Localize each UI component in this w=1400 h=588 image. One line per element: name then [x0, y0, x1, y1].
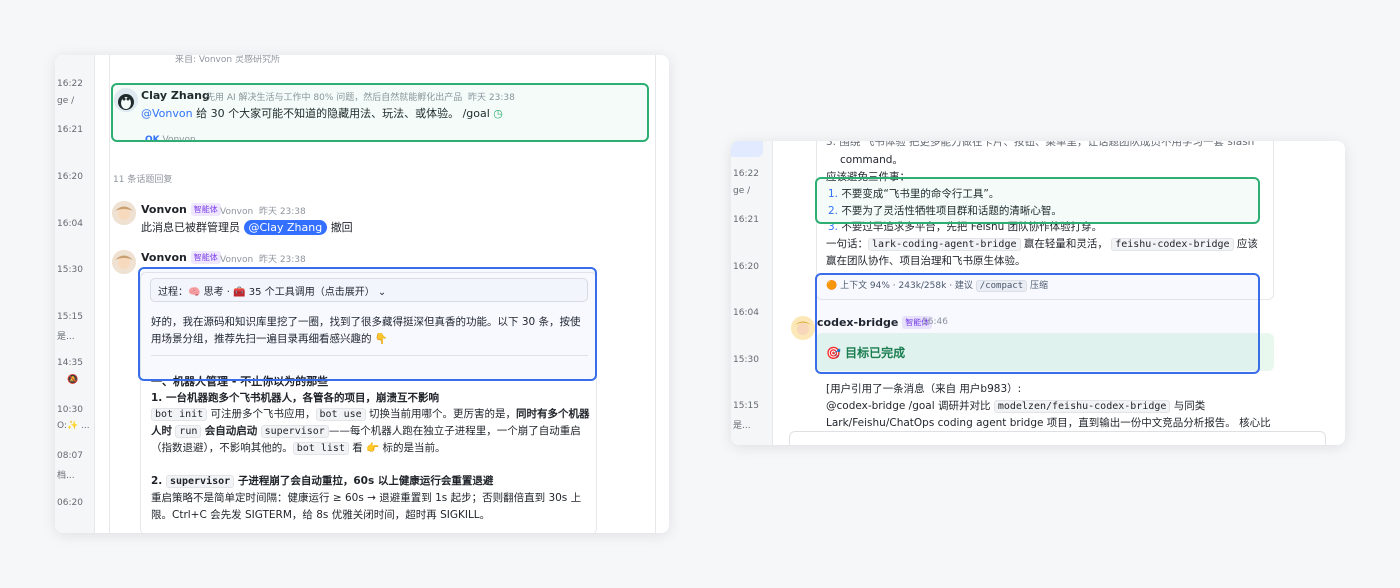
item-text: （指数退避），不影响其他的。 bot list 看 👉 标的是当前。 — [151, 440, 446, 455]
inline-code: bot list — [292, 442, 349, 455]
rail-snippet[interactable]: 档... — [57, 468, 75, 481]
sender-name[interactable]: Vonvon 智能体 — [141, 203, 221, 216]
inline-code: run — [175, 425, 202, 438]
text-segment: 撤回 — [330, 221, 353, 234]
item-number: 2. — [151, 475, 163, 487]
mention-pill[interactable]: @Clay Zhang — [243, 220, 328, 235]
quote-line: @codex-bridge /goal 调研并对比 modelzen/feish… — [826, 398, 1205, 413]
left-screenshot-panel: 16:22 ge / 16:21 16:20 16:04 15:30 15:15… — [55, 55, 669, 533]
quote-line: [用户引用了一条消息（来自 用户b983）: — [826, 383, 1022, 395]
blue-highlight-box — [815, 273, 1260, 374]
rail-time[interactable]: 06:20 — [57, 498, 83, 508]
rail-time[interactable]: 16:21 — [733, 215, 759, 225]
thread-view: 3. 围绕 飞书体验 把更多能力做在卡片、按钮、菜单里，让话题团队成员不用学习一… — [773, 141, 1345, 445]
item-text: 限。Ctrl+C 会先发 SIGTERM，给 8s 优雅关闭时间，超时再 SIG… — [151, 509, 491, 521]
text-segment: 此消息已被群管理员 — [141, 221, 240, 234]
item-text: 人时 run 会自动启动 supervisor ——每个机器人跑在独立子进程里，一… — [151, 423, 581, 438]
rail-snippet[interactable]: 是... — [57, 329, 75, 342]
text-segment: （指数退避），不影响其他的。 — [151, 442, 293, 454]
sender-label: Vonvon — [141, 251, 187, 264]
thread-divider — [109, 55, 110, 533]
inline-code: feishu-codex-bridge — [1111, 238, 1234, 251]
reply-count[interactable]: 11 条话题回复 — [113, 172, 172, 185]
rail-time[interactable]: 16:21 — [57, 125, 83, 135]
rail-time[interactable]: 15:15 — [733, 401, 759, 411]
summary-line: 一句话： lark-coding-agent-bridge 赢在轻量和灵活， fe… — [826, 236, 1258, 251]
summary-line: 赢在团队协作、项目治理和飞书原生体验。 — [826, 255, 1026, 267]
rail-time[interactable]: 08:07 — [57, 451, 83, 461]
rail-snippet[interactable]: O:✨ ... — [57, 421, 90, 431]
text-segment: 与同类 — [1173, 400, 1206, 412]
thread-view: 来自: Vonvon 灵感研究所 Clay Zhang 先用 AI 解决生活与工… — [95, 55, 669, 533]
rail-selected-item[interactable] — [731, 141, 763, 157]
avatar[interactable] — [112, 250, 136, 274]
agent-tag: 智能体 — [190, 203, 221, 216]
rail-time[interactable]: 14:35 — [57, 358, 83, 368]
rail-time[interactable]: 16:22 — [57, 79, 83, 89]
chat-list-rail: 16:22 ge / 16:21 16:20 16:04 15:30 15:15… — [55, 55, 95, 533]
item-text: bot init 可注册多个飞书应用， bot use 切换当前用哪个。更厉害的是… — [151, 406, 590, 421]
inline-code: supervisor — [260, 425, 329, 438]
inline-code: bot use — [315, 408, 366, 421]
text-segment: 应该 — [1236, 238, 1258, 250]
rail-time[interactable]: 10:30 — [57, 405, 83, 415]
meta-time: 昨天 23:38 — [258, 255, 306, 265]
meta-name: Vonvon — [220, 255, 254, 265]
agent-tag: 智能体 — [190, 251, 221, 264]
sender-name[interactable]: Vonvon 智能体 — [141, 251, 221, 264]
text-segment: 看 👉 标的是当前。 — [352, 442, 446, 454]
rail-time[interactable]: 15:15 — [57, 312, 83, 322]
item-title: 1. 一台机器跑多个飞书机器人，各管各的项目，崩溃互不影响 — [151, 392, 439, 404]
rail-time[interactable]: 15:30 — [733, 355, 759, 365]
rail-snippet[interactable]: ge / — [57, 96, 74, 106]
bold-text: 会自动启动 — [204, 425, 258, 437]
chat-list-rail: 16:22 ge / 16:21 16:20 16:04 15:30 15:15… — [731, 141, 773, 445]
meta-time: 昨天 23:38 — [258, 207, 306, 217]
thread-divider — [655, 55, 656, 533]
text-segment: 子进程崩了会自动重拉，60s 以上健康运行会重置退避 — [237, 475, 494, 487]
rail-time[interactable]: 16:04 — [733, 308, 759, 318]
inline-code: lark-coding-agent-bridge — [868, 238, 1021, 251]
rail-time[interactable]: 16:20 — [57, 172, 83, 182]
right-screenshot-panel: 16:22 ge / 16:21 16:20 16:04 15:30 15:15… — [731, 141, 1345, 445]
message-meta: Vonvon 昨天 23:38 — [220, 252, 306, 265]
text-segment: ——每个机器人跑在独立子进程里，一个崩了自动重启 — [328, 425, 581, 437]
partial-line: 3. 围绕 飞书体验 把更多能力做在卡片、按钮、菜单里，让话题团队成员不用学习一… — [826, 141, 1255, 148]
bold-text: 同时有多个机器 — [516, 408, 590, 420]
rail-time[interactable]: 16:20 — [733, 262, 759, 272]
rail-snippet[interactable]: ge / — [733, 186, 750, 196]
inline-code: modelzen/feishu-codex-bridge — [993, 400, 1171, 413]
quote-line: Lark/Feishu/ChatOps coding agent bridge … — [826, 417, 1271, 429]
item-text: 重启策略不是简单定时间隔：健康运行 ≥ 60s → 退避重置到 1s 起步；否则… — [151, 492, 582, 504]
message-meta: Vonvon 昨天 23:38 — [220, 204, 306, 217]
sender-label: Vonvon — [141, 203, 187, 216]
text-segment: 一句话： — [826, 238, 868, 250]
message-input[interactable] — [789, 431, 1326, 445]
green-highlight-box — [111, 83, 649, 142]
bold-text: 人时 — [151, 425, 172, 437]
inline-code: bot init — [151, 408, 208, 421]
text-segment: @codex-bridge /goal 调研并对比 — [826, 400, 991, 412]
text-segment: 切换当前用哪个。更厉害的是， — [369, 408, 517, 420]
avatar[interactable] — [112, 201, 136, 225]
text-segment: 可注册多个飞书应用， — [210, 408, 316, 420]
rail-time[interactable]: 15:30 — [57, 265, 83, 275]
text-segment: 赢在轻量和灵活， — [1023, 238, 1108, 250]
rail-snippet[interactable]: 是... — [733, 418, 751, 431]
rail-time[interactable]: 16:04 — [57, 219, 83, 229]
item-title: 2. supervisor 子进程崩了会自动重拉，60s 以上健康运行会重置退避 — [151, 473, 493, 488]
top-snippet: 来自: Vonvon 灵感研究所 — [175, 55, 280, 65]
blue-highlight-box — [138, 267, 597, 381]
meta-name: Vonvon — [220, 207, 254, 217]
mute-icon: 🔕 — [67, 375, 79, 385]
inline-code: supervisor — [165, 475, 235, 488]
avatar[interactable] — [791, 316, 815, 340]
partial-line: command。 — [840, 154, 903, 166]
rail-time[interactable]: 16:22 — [733, 169, 759, 179]
message-text: 此消息已被群管理员 @Clay Zhang 撤回 — [141, 219, 353, 235]
green-highlight-box — [815, 177, 1260, 224]
